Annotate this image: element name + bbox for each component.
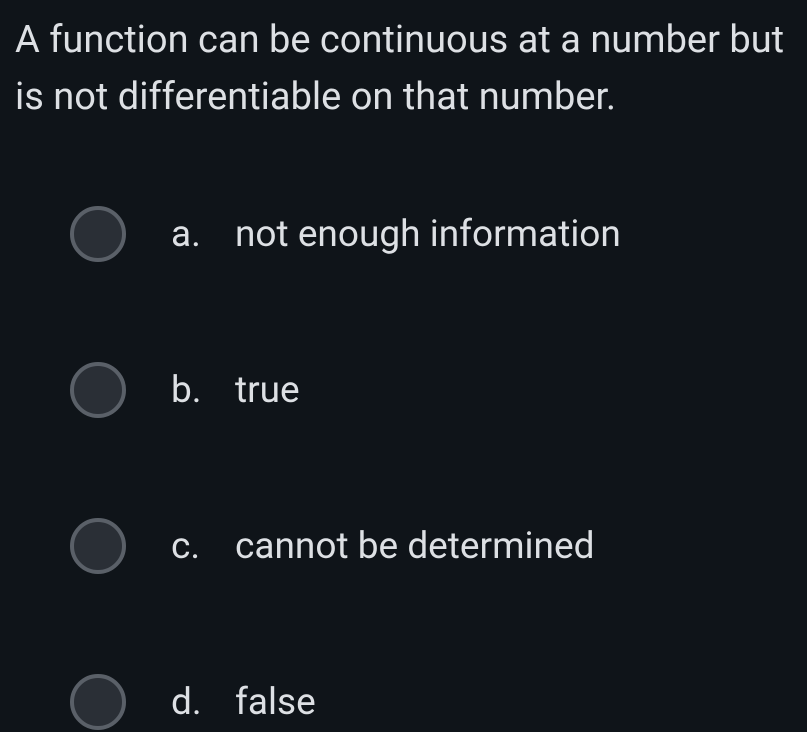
option-b-label: b. true [171,369,300,412]
options-list: a. not enough information b. true c. can… [15,206,792,730]
option-d-label: d. false [171,681,316,724]
question-text: A function can be continuous at a number… [15,12,792,126]
option-letter: a. [171,213,207,256]
radio-d[interactable] [70,674,126,730]
option-a-label: a. not enough information [171,213,621,256]
option-text: not enough information [235,213,621,256]
option-letter: c. [171,525,207,568]
option-c-label: c. cannot be determined [171,525,594,568]
option-b[interactable]: b. true [70,362,792,418]
radio-a[interactable] [70,206,126,262]
option-a[interactable]: a. not enough information [70,206,792,262]
option-text: cannot be determined [235,525,594,568]
option-letter: b. [171,369,207,412]
radio-b[interactable] [70,362,126,418]
radio-c[interactable] [70,518,126,574]
option-text: false [235,681,316,724]
option-text: true [235,369,300,412]
option-c[interactable]: c. cannot be determined [70,518,792,574]
option-letter: d. [171,681,207,724]
option-d[interactable]: d. false [70,674,792,730]
